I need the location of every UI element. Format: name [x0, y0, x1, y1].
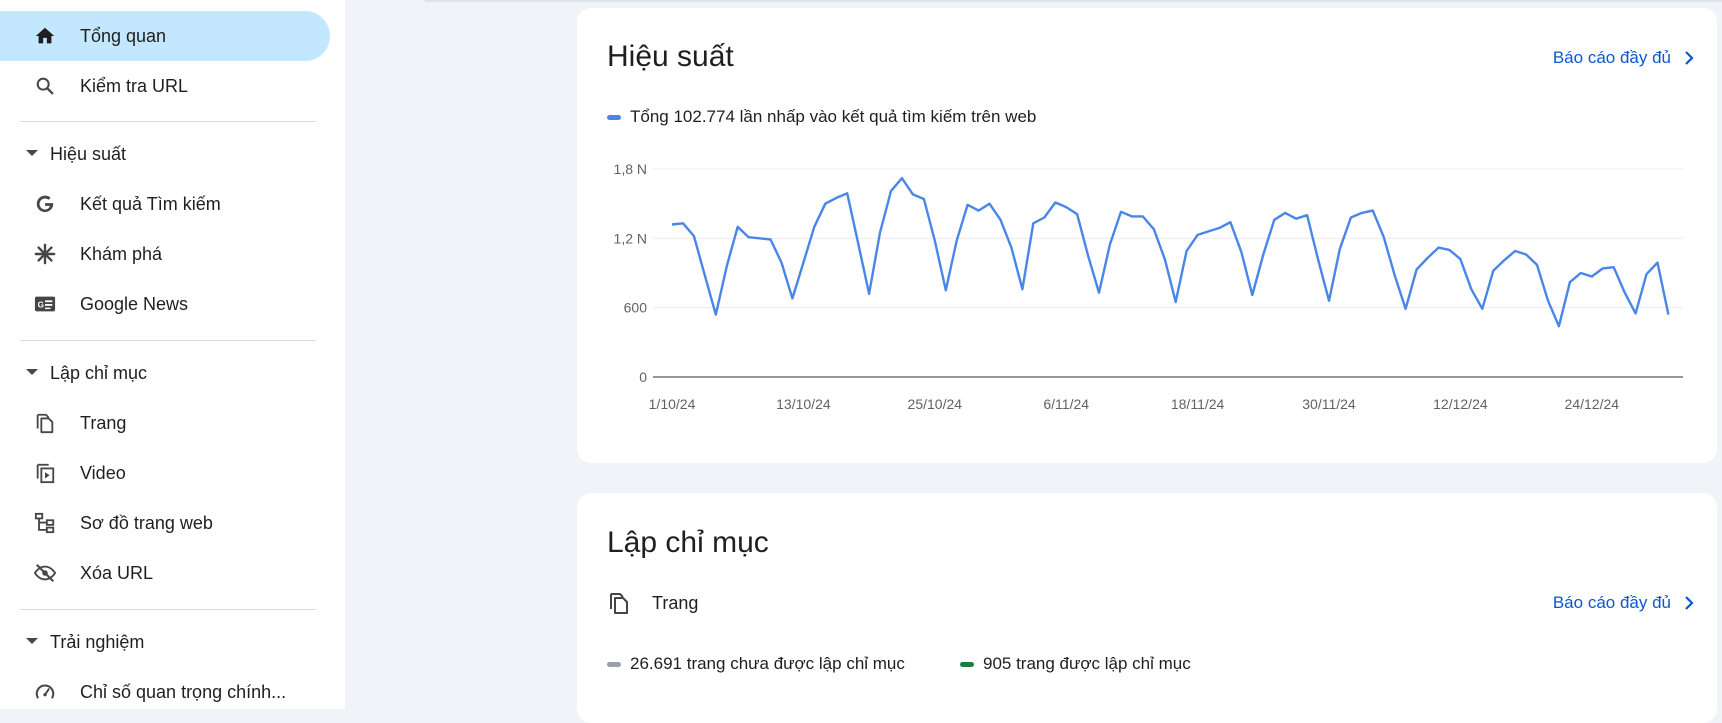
- section-header-experience[interactable]: Trải nghiệm: [0, 620, 330, 664]
- performance-card: Hiệu suất Báo cáo đầy đủ Tổng 102.774 lầ…: [577, 8, 1717, 463]
- sidebar-item-video[interactable]: Video: [0, 448, 330, 498]
- clicks-series-line[interactable]: [671, 176, 1670, 328]
- sidebar-item-label: Xóa URL: [80, 562, 154, 583]
- indexed-label: 905 trang được lập chỉ mục: [983, 654, 1191, 673]
- sidebar-item-removals[interactable]: Xóa URL: [0, 548, 330, 598]
- x-tick-label: 6/11/24: [1043, 396, 1089, 412]
- indexing-card: Lập chỉ mục Trang Báo cáo đầy đủ 26.691 …: [577, 493, 1717, 723]
- section-label: Trải nghiệm: [50, 631, 145, 652]
- full-report-label: Báo cáo đầy đủ: [1552, 593, 1671, 612]
- asterisk-icon: [33, 242, 57, 266]
- search-icon: [33, 74, 57, 98]
- x-tick-label: 12/12/24: [1433, 396, 1488, 412]
- indexing-pages-label: Trang: [652, 592, 699, 613]
- sidebar-item-label: Kiểm tra URL: [80, 75, 189, 96]
- indexing-pages-row: Trang: [607, 591, 698, 615]
- indexing-title: Lập chỉ mục: [607, 526, 769, 559]
- sidebar-divider: [20, 121, 316, 122]
- x-tick-label: 18/11/24: [1171, 396, 1225, 412]
- eye-off-icon: [33, 561, 57, 585]
- y-tick-label: 600: [624, 300, 648, 316]
- speedometer-icon: [33, 680, 57, 704]
- sidebar-item-url-inspection[interactable]: Kiểm tra URL: [0, 61, 330, 111]
- x-tick-label: 1/10/24: [649, 396, 696, 412]
- indexing-full-report-link[interactable]: Báo cáo đầy đủ: [1553, 593, 1695, 613]
- sitemap-icon: [33, 511, 57, 535]
- sidebar-item-core-web-vitals[interactable]: Chỉ số quan trọng chính...: [0, 667, 330, 717]
- top-divider: [425, 0, 1722, 2]
- sidebar-item-google-news[interactable]: G Google News: [0, 279, 330, 329]
- sidebar-item-search-results[interactable]: Kết quả Tìm kiếm: [0, 179, 330, 229]
- section-header-performance[interactable]: Hiệu suất: [0, 132, 330, 176]
- sidebar-item-discover[interactable]: Khám phá: [0, 229, 330, 279]
- not-indexed-label: 26.691 trang chưa được lập chỉ mục: [630, 654, 905, 673]
- sidebar-item-label: Chỉ số quan trọng chính...: [80, 681, 287, 702]
- caret-down-icon: [26, 150, 38, 156]
- y-tick-label: 1,2 N: [614, 230, 647, 246]
- y-tick-label: 0: [639, 369, 647, 385]
- sidebar-item-label: Tổng quan: [80, 25, 167, 46]
- performance-line-chart: 0 600 1,2 N 1,8 N 1/10/24 13/10/24 25/10/24 6/1…: [614, 161, 1683, 412]
- x-tick-label: 24/12/24: [1565, 396, 1620, 412]
- sidebar-item-label: Video: [80, 462, 126, 483]
- x-tick-label: 30/11/24: [1302, 396, 1356, 412]
- sidebar-item-pages[interactable]: Trang: [0, 398, 330, 448]
- section-label: Lập chỉ mục: [50, 362, 148, 383]
- sidebar-item-label: Sơ đồ trang web: [80, 512, 213, 533]
- not-indexed-legend[interactable]: 26.691 trang chưa được lập chỉ mục: [607, 654, 905, 674]
- google-news-icon: G: [33, 292, 57, 316]
- sidebar-divider: [20, 340, 316, 341]
- sidebar-item-sitemaps[interactable]: Sơ đồ trang web: [0, 498, 330, 548]
- sidebar-item-label: Khám phá: [80, 243, 163, 264]
- sidebar-item-label: Google News: [80, 293, 189, 314]
- section-header-indexing[interactable]: Lập chỉ mục: [0, 351, 330, 395]
- sidebar-item-label: Trang: [80, 412, 127, 433]
- pages-icon: [33, 411, 57, 435]
- legend-swatch: [607, 661, 621, 667]
- sidebar: Tổng quan Kiểm tra URL Hiệu suất Kết quả…: [0, 0, 345, 709]
- section-label: Hiệu suất: [50, 143, 127, 164]
- google-g-icon: [33, 192, 57, 216]
- y-tick-label: 1,8 N: [614, 161, 647, 177]
- indexed-legend[interactable]: 905 trang được lập chỉ mục: [960, 654, 1191, 674]
- caret-down-icon: [26, 369, 38, 375]
- sidebar-item-label: Kết quả Tìm kiếm: [80, 193, 221, 214]
- video-pages-icon: [33, 461, 57, 485]
- svg-text:G: G: [38, 301, 44, 310]
- x-tick-label: 25/10/24: [908, 396, 963, 412]
- x-tick-label: 13/10/24: [776, 396, 831, 412]
- caret-down-icon: [26, 638, 38, 644]
- home-icon: [33, 24, 57, 48]
- sidebar-divider: [20, 609, 316, 610]
- pages-icon: [607, 591, 631, 615]
- chevron-right-icon: [1685, 596, 1694, 610]
- sidebar-item-overview[interactable]: Tổng quan: [0, 11, 330, 61]
- legend-swatch: [960, 661, 974, 667]
